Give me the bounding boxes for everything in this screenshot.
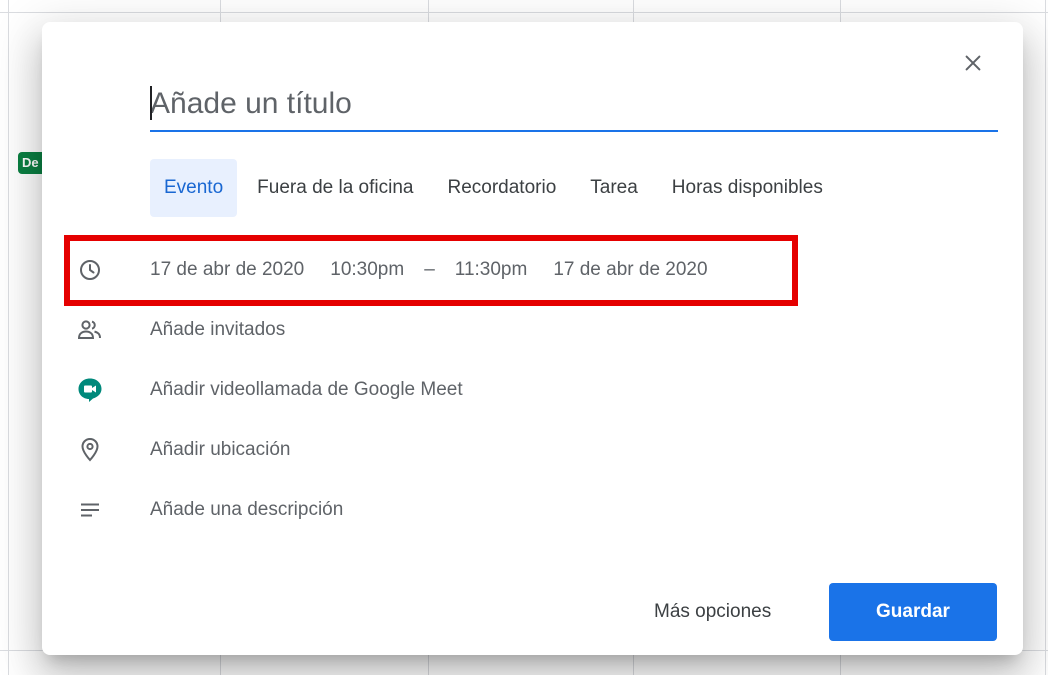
grid-line <box>8 0 9 675</box>
end-time[interactable]: 11:30pm <box>455 259 528 281</box>
location-pin-icon <box>76 436 104 464</box>
end-date[interactable]: 17 de abr de 2020 <box>553 259 707 281</box>
guests-row[interactable]: Añade invitados <box>42 310 1023 350</box>
description-row[interactable]: Añade una descripción <box>42 490 1023 530</box>
title-field[interactable] <box>150 80 998 132</box>
location-label: Añadir ubicación <box>150 439 291 460</box>
description-lines-icon <box>76 496 104 524</box>
text-cursor <box>150 86 152 120</box>
tab-horas-disponibles[interactable]: Horas disponibles <box>658 159 837 217</box>
more-options-button[interactable]: Más opciones <box>642 592 783 632</box>
datetime-values: 17 de abr de 2020 10:30pm – 11:30pm 17 d… <box>150 259 734 281</box>
guests-label: Añade invitados <box>150 319 286 340</box>
close-icon <box>965 55 981 71</box>
grid-line <box>0 12 1048 13</box>
start-time[interactable]: 10:30pm <box>330 259 404 281</box>
meet-label: Añadir videollamada de Google Meet <box>150 379 463 400</box>
description-label: Añade una descripción <box>150 499 344 520</box>
grid-line <box>1045 0 1046 675</box>
time-separator: – <box>424 259 435 280</box>
tab-tarea[interactable]: Tarea <box>576 159 652 217</box>
datetime-row: 17 de abr de 2020 10:30pm – 11:30pm 17 d… <box>42 250 1023 290</box>
google-meet-icon <box>76 376 104 404</box>
people-icon <box>76 316 104 344</box>
meet-row[interactable]: Añadir videollamada de Google Meet <box>42 370 1023 410</box>
tab-fuera-de-la-oficina[interactable]: Fuera de la oficina <box>243 159 427 217</box>
event-quick-create-dialog: Evento Fuera de la oficina Recordatorio … <box>42 22 1023 655</box>
clock-icon <box>76 256 104 284</box>
close-button[interactable] <box>958 48 988 78</box>
start-date[interactable]: 17 de abr de 2020 <box>150 259 304 281</box>
save-button[interactable]: Guardar <box>829 583 997 641</box>
tab-recordatorio[interactable]: Recordatorio <box>433 159 570 217</box>
title-input[interactable] <box>150 80 998 128</box>
location-row[interactable]: Añadir ubicación <box>42 430 1023 470</box>
tab-evento[interactable]: Evento <box>150 159 238 217</box>
event-type-tabs: Evento Fuera de la oficina Recordatorio … <box>150 159 843 217</box>
